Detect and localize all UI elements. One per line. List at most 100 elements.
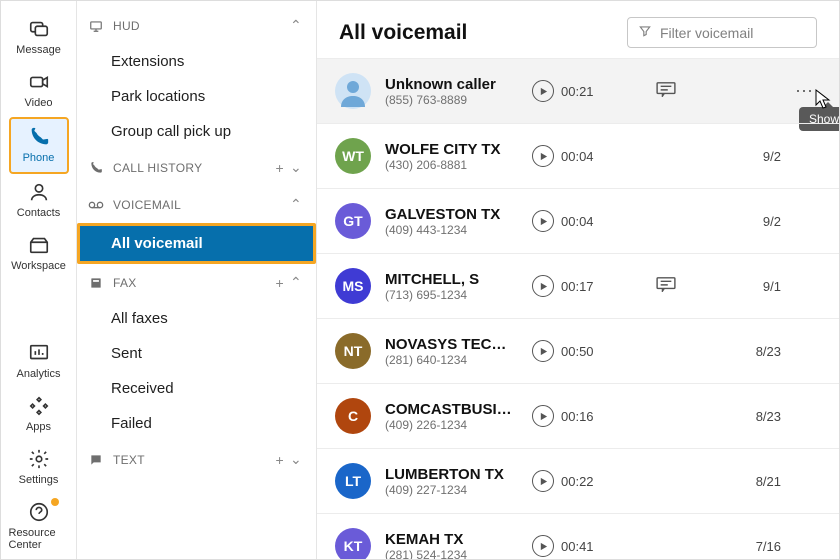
transcript-icon[interactable] <box>655 276 677 297</box>
voicemail-date: 8/23 <box>716 344 787 359</box>
sidebar-item-hud-1[interactable]: Park locations <box>77 79 316 114</box>
play-button[interactable] <box>532 210 554 232</box>
plus-icon[interactable]: + <box>269 160 283 176</box>
chevron-down-icon[interactable]: ⌄ <box>284 451 302 468</box>
voicemail-row[interactable]: CCOMCASTBUSI…(409) 226-123400:168/23 <box>317 383 839 448</box>
voicemail-caller-name: NOVASYS TEC… <box>385 336 525 353</box>
voicemail-info: NOVASYS TEC…(281) 640-1234 <box>385 336 525 367</box>
message-icon <box>28 17 50 41</box>
rail-label: Settings <box>19 474 59 486</box>
more-button[interactable]: ⋯ <box>787 81 821 102</box>
sidebar-item-hud-2[interactable]: Group call pick up <box>77 114 316 149</box>
voicemail-duration: 00:16 <box>561 409 616 424</box>
fax-icon <box>87 276 105 290</box>
sidebar-item-hud-0[interactable]: Extensions <box>77 44 316 79</box>
voicemail-date: 9/2 <box>716 214 787 229</box>
phone-icon <box>28 125 50 149</box>
chevron-up-icon[interactable]: ⌃ <box>284 196 302 213</box>
voicemail-info: COMCASTBUSI…(409) 226-1234 <box>385 401 525 432</box>
voicemail-date: 7/16 <box>716 539 787 554</box>
apps-icon <box>28 394 50 418</box>
sidebar-item-fax-1[interactable]: Sent <box>77 336 316 371</box>
rail-item-resource[interactable]: Resource Center <box>9 494 69 559</box>
chevron-down-icon[interactable]: ⌄ <box>284 159 302 176</box>
voicemail-duration: 00:04 <box>561 214 616 229</box>
avatar <box>335 73 371 109</box>
play-button[interactable] <box>532 340 554 362</box>
voicemail-date: 9/2 <box>716 149 787 164</box>
sidebar-item-fax-0[interactable]: All faxes <box>77 301 316 336</box>
voicemail-duration: 00:04 <box>561 149 616 164</box>
rail-item-analytics[interactable]: Analytics <box>9 335 69 388</box>
rail-item-apps[interactable]: Apps <box>9 388 69 441</box>
rail-item-message[interactable]: Message <box>9 11 69 64</box>
voicemail-row[interactable]: LTLUMBERTON TX(409) 227-123400:228/21 <box>317 448 839 513</box>
chevron-up-icon[interactable]: ⌃ <box>284 17 302 34</box>
voicemail-list: Unknown caller(855) 763-888900:21⋯Show t… <box>317 58 839 559</box>
filter-voicemail-input[interactable]: Filter voicemail <box>627 17 817 48</box>
rail-item-contacts[interactable]: Contacts <box>9 174 69 227</box>
voicemail-date: 8/23 <box>716 409 787 424</box>
plus-icon[interactable]: + <box>269 452 283 468</box>
sidebar: HUD ⌃ ExtensionsPark locationsGroup call… <box>77 1 317 559</box>
voicemail-row[interactable]: GTGALVESTON TX(409) 443-123400:049/2 <box>317 188 839 253</box>
rail-item-settings[interactable]: Settings <box>9 441 69 494</box>
workspace-icon <box>28 233 50 257</box>
play-button[interactable] <box>532 80 554 102</box>
sidebar-item-fax-3[interactable]: Failed <box>77 406 316 441</box>
avatar: GT <box>335 203 371 239</box>
voicemail-caller-name: KEMAH TX <box>385 531 525 548</box>
voicemail-row[interactable]: WTWOLFE CITY TX(430) 206-888100:049/2 <box>317 123 839 188</box>
plus-icon[interactable]: + <box>269 275 283 291</box>
voicemail-caller-name: Unknown caller <box>385 76 525 93</box>
play-button[interactable] <box>532 405 554 427</box>
settings-icon <box>28 447 50 471</box>
rail-item-phone[interactable]: Phone <box>9 117 69 174</box>
sidebar-item-fax-2[interactable]: Received <box>77 371 316 406</box>
voicemail-caller-name: COMCASTBUSI… <box>385 401 525 418</box>
hud-icon <box>87 19 105 33</box>
section-label: CALL HISTORY <box>113 161 269 175</box>
chevron-up-icon[interactable]: ⌃ <box>284 274 302 291</box>
section-text[interactable]: TEXT + ⌄ <box>77 441 316 478</box>
voicemail-caller-number: (409) 227-1234 <box>385 483 525 497</box>
rail-label: Analytics <box>16 368 60 380</box>
section-voicemail[interactable]: VOICEMAIL ⌃ <box>77 186 316 223</box>
transcript-icon[interactable] <box>655 81 677 102</box>
sidebar-item-all-voicemail[interactable]: All voicemail <box>77 223 316 264</box>
play-button[interactable] <box>532 535 554 557</box>
rail-label: Phone <box>23 152 55 164</box>
filter-placeholder: Filter voicemail <box>660 25 753 41</box>
rail-item-video[interactable]: Video <box>9 64 69 117</box>
voicemail-caller-number: (409) 443-1234 <box>385 223 525 237</box>
rail-item-workspace[interactable]: Workspace <box>9 227 69 280</box>
notification-dot <box>51 498 59 506</box>
voicemail-caller-number: (281) 524-1234 <box>385 548 525 560</box>
voicemail-duration: 00:22 <box>561 474 616 489</box>
avatar: LT <box>335 463 371 499</box>
section-hud[interactable]: HUD ⌃ <box>77 7 316 44</box>
voicemail-info: WOLFE CITY TX(430) 206-8881 <box>385 141 525 172</box>
avatar: KT <box>335 528 371 559</box>
rail-label: Resource Center <box>9 527 69 551</box>
play-button[interactable] <box>532 470 554 492</box>
filter-icon <box>638 24 652 41</box>
phone-icon <box>87 161 105 175</box>
voicemail-info: MITCHELL, S(713) 695-1234 <box>385 271 525 302</box>
avatar: NT <box>335 333 371 369</box>
section-call-history[interactable]: CALL HISTORY + ⌄ <box>77 149 316 186</box>
voicemail-duration: 00:17 <box>561 279 616 294</box>
voicemail-caller-number: (409) 226-1234 <box>385 418 525 432</box>
voicemail-row[interactable]: MSMITCHELL, S(713) 695-123400:179/1 <box>317 253 839 318</box>
play-button[interactable] <box>532 275 554 297</box>
section-label: HUD <box>113 19 284 33</box>
rail-label: Apps <box>26 421 51 433</box>
voicemail-row[interactable]: Unknown caller(855) 763-888900:21⋯Show t… <box>317 58 839 123</box>
play-button[interactable] <box>532 145 554 167</box>
voicemail-row[interactable]: KTKEMAH TX(281) 524-123400:417/16 <box>317 513 839 559</box>
section-label: TEXT <box>113 453 269 467</box>
section-fax[interactable]: FAX + ⌃ <box>77 264 316 301</box>
rail-label: Message <box>16 44 61 56</box>
voicemail-row[interactable]: NTNOVASYS TEC…(281) 640-123400:508/23 <box>317 318 839 383</box>
voicemail-caller-name: LUMBERTON TX <box>385 466 525 483</box>
